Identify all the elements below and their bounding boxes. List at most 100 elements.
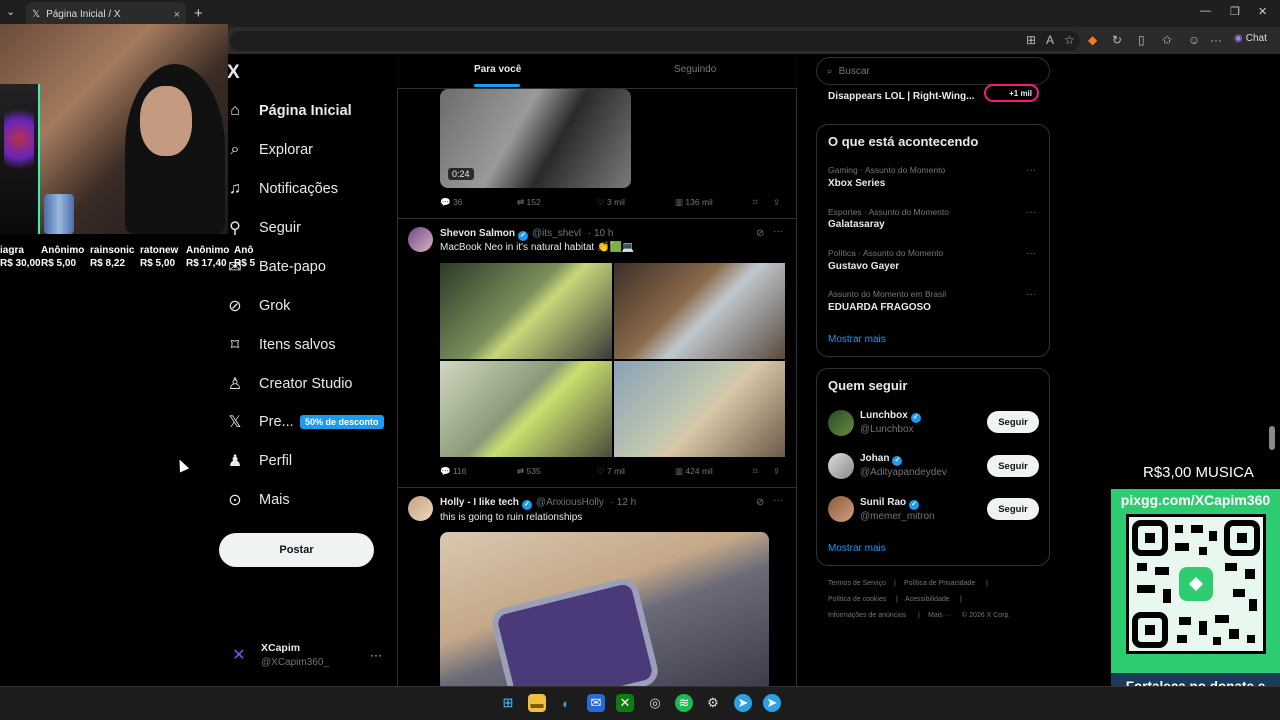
follow-name[interactable]: Lunchbox ✓ — [860, 410, 921, 423]
like-button[interactable]: ♡ 7 mil — [597, 466, 625, 477]
share-icon[interactable]: ⇪ — [773, 197, 780, 208]
windows-start-icon[interactable]: ⊞ — [499, 694, 517, 712]
footer-link[interactable]: Termos de Serviço — [828, 580, 886, 587]
search-input[interactable]: ⌕ Buscar — [816, 57, 1050, 85]
post-image-grid[interactable] — [440, 263, 785, 457]
repost-button[interactable]: ⇄ 535 — [517, 466, 541, 477]
trend-name[interactable]: Galatasaray — [828, 219, 885, 230]
footer-link[interactable]: Política de Privacidade — [904, 580, 975, 587]
file-explorer-icon[interactable]: ▬ — [528, 694, 546, 712]
sidebar-item-creator-studio[interactable]: ♙ Creator Studio — [226, 375, 353, 393]
avatar[interactable] — [828, 410, 854, 436]
footer-link[interactable]: Acessibilidade — [905, 596, 950, 603]
page-scrollbar[interactable] — [1269, 426, 1275, 450]
browser-menu-icon[interactable]: ··· — [1210, 33, 1222, 47]
bookmark-icon[interactable]: ⌑ — [753, 197, 757, 208]
maximize-icon[interactable]: ❐ — [1230, 5, 1240, 18]
xbox-icon[interactable]: ✕ — [616, 694, 634, 712]
trend-more-icon[interactable]: ··· — [1026, 289, 1036, 300]
refresh-icon[interactable]: ↻ — [1112, 33, 1122, 47]
trend-name[interactable]: EDUARDA FRAGOSO — [828, 302, 931, 313]
trend-name[interactable]: Xbox Series — [828, 178, 885, 189]
tab-following[interactable]: Seguindo — [674, 64, 716, 75]
spotify-icon[interactable]: ≋ — [675, 694, 693, 712]
telegram-icon[interactable]: ➤ — [763, 694, 781, 712]
follow-name[interactable]: Sunil Rao ✓ — [860, 497, 920, 510]
follow-button[interactable]: Seguir — [987, 411, 1039, 433]
address-input[interactable] — [230, 31, 1080, 51]
sidebar-item-home[interactable]: ⌂ Página Inicial — [226, 102, 352, 120]
follow-name[interactable]: Johan ✓ — [860, 453, 903, 466]
reply-button[interactable]: 💬 36 — [440, 197, 462, 208]
mail-icon[interactable]: ✉ — [587, 694, 605, 712]
minimize-icon[interactable]: — — [1200, 5, 1211, 17]
post-button[interactable]: Postar — [219, 533, 374, 567]
apps-icon[interactable]: ⊞ — [1026, 33, 1036, 47]
trend-headline[interactable]: Disappears LOL | Right-Wing... — [828, 91, 974, 102]
post-image[interactable] — [440, 361, 612, 457]
avatar[interactable] — [828, 496, 854, 522]
post-image[interactable] — [613, 263, 785, 359]
extension-icon[interactable]: ◆ — [1088, 33, 1097, 47]
sidebar-item-explore[interactable]: ⌕ Explorar — [226, 141, 313, 159]
share-icon[interactable]: ⇪ — [773, 466, 780, 477]
read-aloud-icon[interactable]: A — [1046, 33, 1054, 47]
trend-name[interactable]: Gustavo Gayer — [828, 261, 899, 272]
tab-close-icon[interactable]: × — [174, 9, 180, 21]
split-screen-icon[interactable]: ▯ — [1138, 33, 1145, 47]
favorite-star-icon[interactable]: ☆ — [1064, 33, 1075, 47]
sidebar-item-follow[interactable]: ⚲ Seguir — [226, 219, 301, 237]
sidebar-item-bookmarks[interactable]: ⌑ Itens salvos — [226, 336, 336, 354]
account-name[interactable]: XCapim — [261, 642, 300, 654]
repost-button[interactable]: ⇄ 152 — [517, 197, 541, 208]
post-image[interactable] — [440, 263, 612, 359]
follow-button[interactable]: Seguir — [987, 455, 1039, 477]
sidebar-item-premium[interactable]: 𝕏 Pre... — [226, 413, 294, 431]
live-count-badge[interactable]: +1 mil — [984, 84, 1039, 102]
sidebar-item-profile[interactable]: ♟ Perfil — [226, 452, 292, 470]
window-close-icon[interactable]: ✕ — [1258, 5, 1267, 18]
grok-post-icon[interactable]: ⊘ — [756, 228, 764, 239]
tab-list-chevron-icon[interactable]: ⌄ — [6, 5, 15, 18]
post-author[interactable]: Holly - I like tech ✓ @AnxiousHolly · 12 h — [440, 497, 636, 510]
sidebar-item-grok[interactable]: ⊘ Grok — [226, 297, 290, 315]
account-avatar[interactable]: ✕ — [229, 645, 249, 665]
post-author[interactable]: Shevon Salmon ✓ @its_shevl · 10 h — [440, 228, 613, 241]
avatar[interactable] — [828, 453, 854, 479]
new-tab-button[interactable]: + — [194, 5, 203, 22]
follow-show-more[interactable]: Mostrar mais — [828, 543, 886, 554]
trend-more-icon[interactable]: ··· — [1026, 248, 1036, 259]
avatar[interactable] — [408, 496, 433, 521]
steam-icon[interactable]: ⚙ — [704, 694, 722, 712]
post-image[interactable] — [613, 361, 785, 457]
sidebar-item-more[interactable]: ⊙ Mais — [226, 491, 289, 509]
views-count[interactable]: ▥ 136 mil — [675, 197, 713, 208]
post-more-icon[interactable]: ··· — [773, 226, 783, 237]
telegram-icon[interactable]: ➤ — [734, 694, 752, 712]
trend-more-icon[interactable]: ··· — [1026, 165, 1036, 176]
favorites-icon[interactable]: ✩ — [1162, 33, 1172, 47]
trends-show-more[interactable]: Mostrar mais — [828, 334, 886, 345]
follow-button[interactable]: Seguir — [987, 498, 1039, 520]
views-count[interactable]: ▥ 424 mil — [675, 466, 713, 477]
footer-link[interactable]: Informações de anúncios — [828, 612, 906, 619]
x-logo-icon[interactable]: X — [227, 62, 240, 84]
tab-for-you[interactable]: Para você — [474, 64, 521, 75]
post-image[interactable] — [440, 532, 769, 692]
footer-link[interactable]: Política de cookies — [828, 596, 886, 603]
profile-icon[interactable]: ☺ — [1188, 33, 1200, 47]
video-thumbnail[interactable]: 0:24 — [440, 89, 631, 188]
edge-browser-icon[interactable]: ◐ — [557, 694, 575, 712]
bookmark-icon[interactable]: ⌑ — [753, 466, 757, 477]
premium-discount-badge[interactable]: 50% de desconto — [300, 415, 384, 429]
post-more-icon[interactable]: ··· — [773, 495, 783, 506]
obs-icon[interactable]: ◎ — [646, 694, 664, 712]
sidebar-item-notifications[interactable]: ♫ Notificações — [226, 180, 338, 198]
reply-button[interactable]: 💬 116 — [440, 466, 467, 477]
copilot-chat-button[interactable]: ◉ Chat — [1234, 33, 1267, 44]
footer-more-link[interactable]: Mais ··· — [928, 612, 952, 619]
avatar[interactable] — [408, 227, 433, 252]
trend-more-icon[interactable]: ··· — [1026, 207, 1036, 218]
grok-post-icon[interactable]: ⊘ — [756, 497, 764, 508]
account-more-icon[interactable]: ··· — [370, 648, 382, 662]
